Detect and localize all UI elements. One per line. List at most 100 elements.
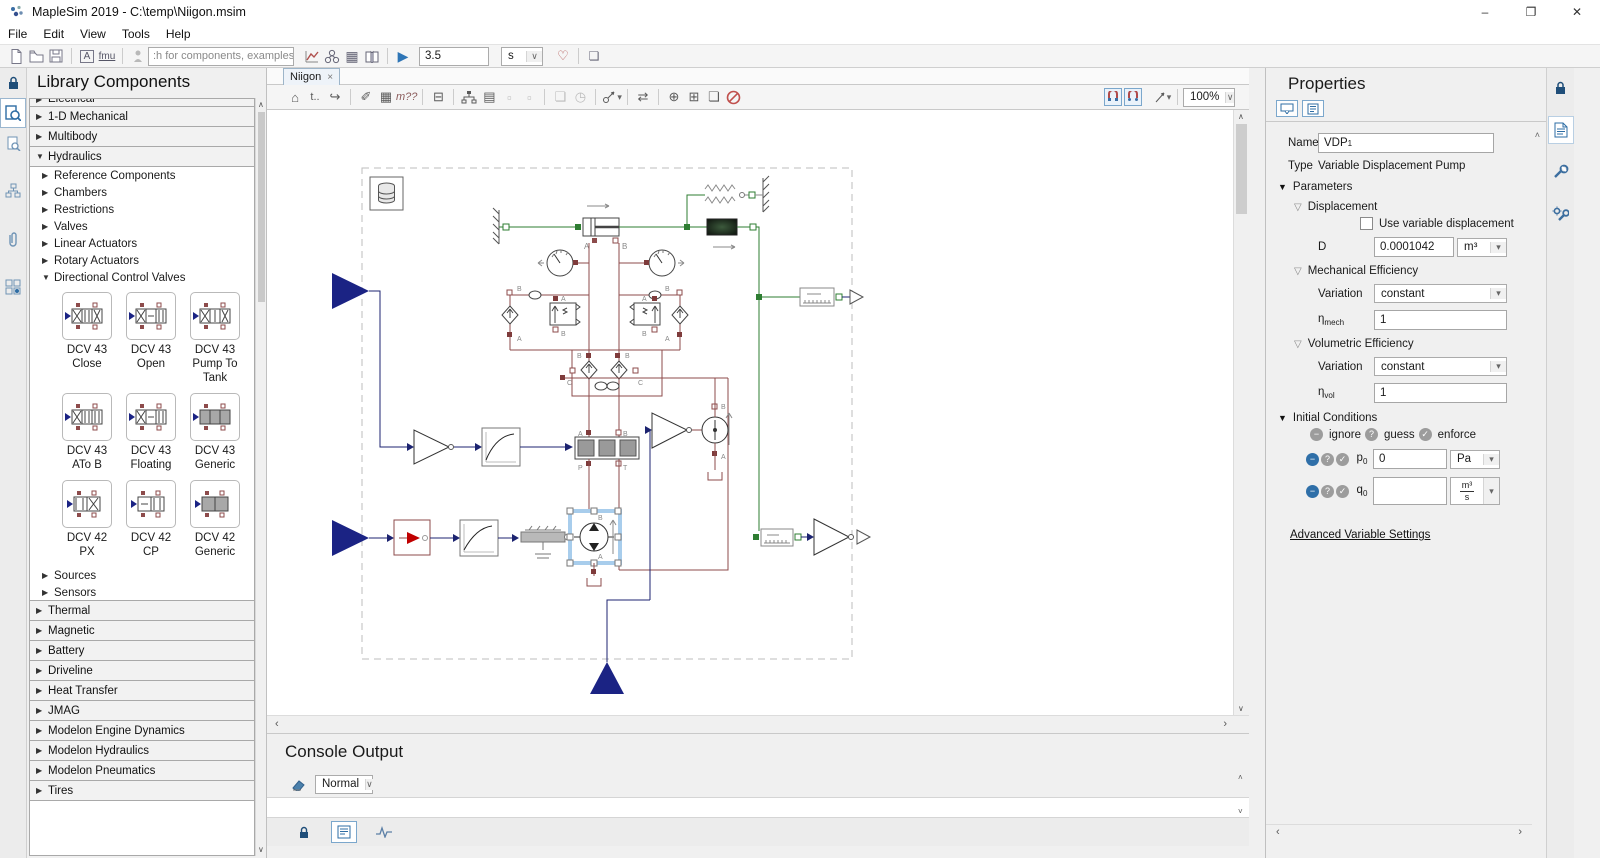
p0-guess-toggle[interactable]: ?: [1321, 453, 1334, 466]
simulation-settings-tab[interactable]: [1548, 158, 1574, 186]
item-valves[interactable]: ▶Valves: [30, 218, 254, 235]
advanced-variable-settings-link[interactable]: Advanced Variable Settings: [1290, 529, 1430, 541]
scroll-down-icon[interactable]: ∨: [258, 845, 264, 854]
scroll-left-icon[interactable]: ‹: [275, 718, 279, 730]
fmu-export-button[interactable]: fmu: [97, 46, 117, 66]
run-simulation-button[interactable]: ▶: [393, 46, 413, 66]
add-table-button[interactable]: ⊞: [684, 87, 704, 107]
change-connection-style-button[interactable]: ⇄: [633, 87, 653, 107]
item-linear-actuators[interactable]: ▶Linear Actuators: [30, 235, 254, 252]
gain-2[interactable]: [652, 413, 692, 448]
pointer-mode-button[interactable]: ▾: [1152, 87, 1172, 107]
variable-displacement-pump-selected[interactable]: B A: [567, 508, 621, 566]
console-lock-button[interactable]: [291, 821, 317, 843]
reroute-connection-button[interactable]: ↪: [325, 87, 345, 107]
add-apps-tab[interactable]: [0, 272, 26, 302]
gain-3[interactable]: [814, 519, 854, 555]
menu-view[interactable]: View: [72, 27, 114, 41]
new-file-button[interactable]: [6, 46, 26, 66]
mech-variation-select[interactable]: constant ▾: [1374, 284, 1507, 303]
relief-valve-left[interactable]: A B: [550, 296, 580, 338]
speed-sensor[interactable]: [761, 529, 793, 546]
main-view-button[interactable]: ⌂: [285, 87, 305, 107]
console-text-tab[interactable]: [331, 821, 357, 843]
group-button[interactable]: ▫: [499, 87, 519, 107]
q0-guess-toggle[interactable]: ?: [1321, 485, 1334, 498]
document-view-button[interactable]: ▤: [479, 87, 499, 107]
attach-probe-button[interactable]: [128, 46, 148, 66]
mechanical-efficiency-subsection-header[interactable]: ▽ Mechanical Efficiency: [1294, 265, 1536, 277]
q0-input[interactable]: [1373, 477, 1447, 505]
section-thermal[interactable]: ▶Thermal: [29, 600, 255, 621]
advanced-settings-tab[interactable]: [1548, 200, 1574, 228]
zoom-level-select[interactable]: 100% ∨: [1183, 88, 1235, 107]
component-dcv43-floating[interactable]: DCV 43Floating: [120, 393, 182, 472]
input-port-1[interactable]: [332, 273, 369, 309]
library-components-tab[interactable]: [0, 98, 26, 128]
section-modelon-hydraulics[interactable]: ▶Modelon Hydraulics: [29, 740, 255, 761]
section-tires[interactable]: ▶Tires: [29, 780, 255, 801]
d-value-input[interactable]: 0.0001042: [1374, 237, 1454, 257]
section-jmag[interactable]: ▶JMAG: [29, 700, 255, 721]
signal-block-red-arrow[interactable]: [394, 520, 430, 555]
orifice-mid-left[interactable]: [595, 382, 607, 390]
lookup-table-2[interactable]: [460, 520, 498, 556]
orifice-left[interactable]: [529, 291, 541, 299]
disable-component-button[interactable]: [724, 87, 744, 107]
model-tree-tab[interactable]: [0, 176, 26, 206]
output-port-bottom[interactable]: [590, 662, 624, 694]
fixed-wall-right[interactable]: [755, 176, 769, 212]
scroll-right-icon[interactable]: ›: [1518, 826, 1522, 838]
parameter-table-button[interactable]: ▦: [376, 87, 396, 107]
position-sensor[interactable]: [800, 288, 834, 306]
use-variable-displacement-checkbox[interactable]: [1360, 217, 1373, 230]
section-magnetic[interactable]: ▶Magnetic: [29, 620, 255, 641]
scrollbar-thumb[interactable]: [1236, 124, 1247, 214]
tank-2[interactable]: [708, 472, 722, 480]
scrollbar-thumb[interactable]: [258, 112, 265, 302]
search-documents-tab[interactable]: [0, 128, 26, 158]
eta-vol-input[interactable]: 1: [1374, 383, 1507, 403]
check-valve-mid-right[interactable]: B C: [611, 353, 643, 387]
p0-enforce-toggle[interactable]: ✓: [1336, 453, 1349, 466]
spring-damper[interactable]: [705, 185, 749, 203]
parameter-grid-button[interactable]: ▦: [342, 46, 362, 66]
search-input[interactable]: :h for components, examples, help...: [148, 47, 294, 66]
library-scrollbar[interactable]: ∧ ∨: [255, 98, 266, 856]
item-rotary-actuators[interactable]: ▶Rotary Actuators: [30, 252, 254, 269]
mass-block[interactable]: [707, 219, 737, 249]
item-sources[interactable]: ▶Sources: [30, 567, 254, 584]
plot-window-button[interactable]: [302, 46, 322, 66]
add-window-button[interactable]: ❏: [704, 87, 724, 107]
component-dcv43-pump-to-tank[interactable]: DCV 43Pump ToTank: [184, 292, 246, 385]
save-button[interactable]: [46, 46, 66, 66]
lookup-table-1[interactable]: [482, 428, 520, 466]
section-battery[interactable]: ▶Battery: [29, 640, 255, 661]
attachments-tab[interactable]: [0, 224, 26, 254]
component-dcv43-atob[interactable]: DCV 43ATo B: [56, 393, 118, 472]
properties-horizontal-scrollbar[interactable]: ‹ ›: [1266, 824, 1532, 840]
attach-annotation-button[interactable]: ✐: [356, 87, 376, 107]
component-dcv43-generic[interactable]: DCV 43Generic: [184, 393, 246, 472]
menu-file[interactable]: File: [0, 27, 35, 41]
p0-input[interactable]: 0: [1373, 449, 1447, 469]
rotational-spring-damper[interactable]: [521, 526, 570, 558]
menu-tools[interactable]: Tools: [114, 27, 158, 41]
properties-lock-button[interactable]: [1548, 74, 1574, 102]
clear-console-button[interactable]: [289, 774, 309, 794]
text-tool-button[interactable]: t..: [305, 87, 325, 107]
tab-niigon[interactable]: Niigon ×: [283, 68, 340, 85]
canvas-horizontal-scrollbar[interactable]: ‹ ›: [267, 715, 1249, 733]
ungroup-button[interactable]: ▫: [519, 87, 539, 107]
simulation-duration-input[interactable]: 3.5: [419, 47, 489, 66]
link-subsystem-button[interactable]: ❏: [550, 87, 570, 107]
pressure-gauge-right[interactable]: [644, 250, 684, 276]
scroll-up-icon[interactable]: ∧: [258, 100, 264, 109]
history-button[interactable]: ◷: [570, 87, 590, 107]
q0-ignore-toggle[interactable]: −: [1306, 485, 1319, 498]
orifice-mid-right[interactable]: [607, 382, 619, 390]
minimize-button[interactable]: –: [1462, 0, 1508, 24]
tank-1[interactable]: [587, 578, 601, 586]
volumetric-efficiency-subsection-header[interactable]: ▽ Volumetric Efficiency: [1294, 338, 1536, 350]
item-restrictions[interactable]: ▶Restrictions: [30, 201, 254, 218]
